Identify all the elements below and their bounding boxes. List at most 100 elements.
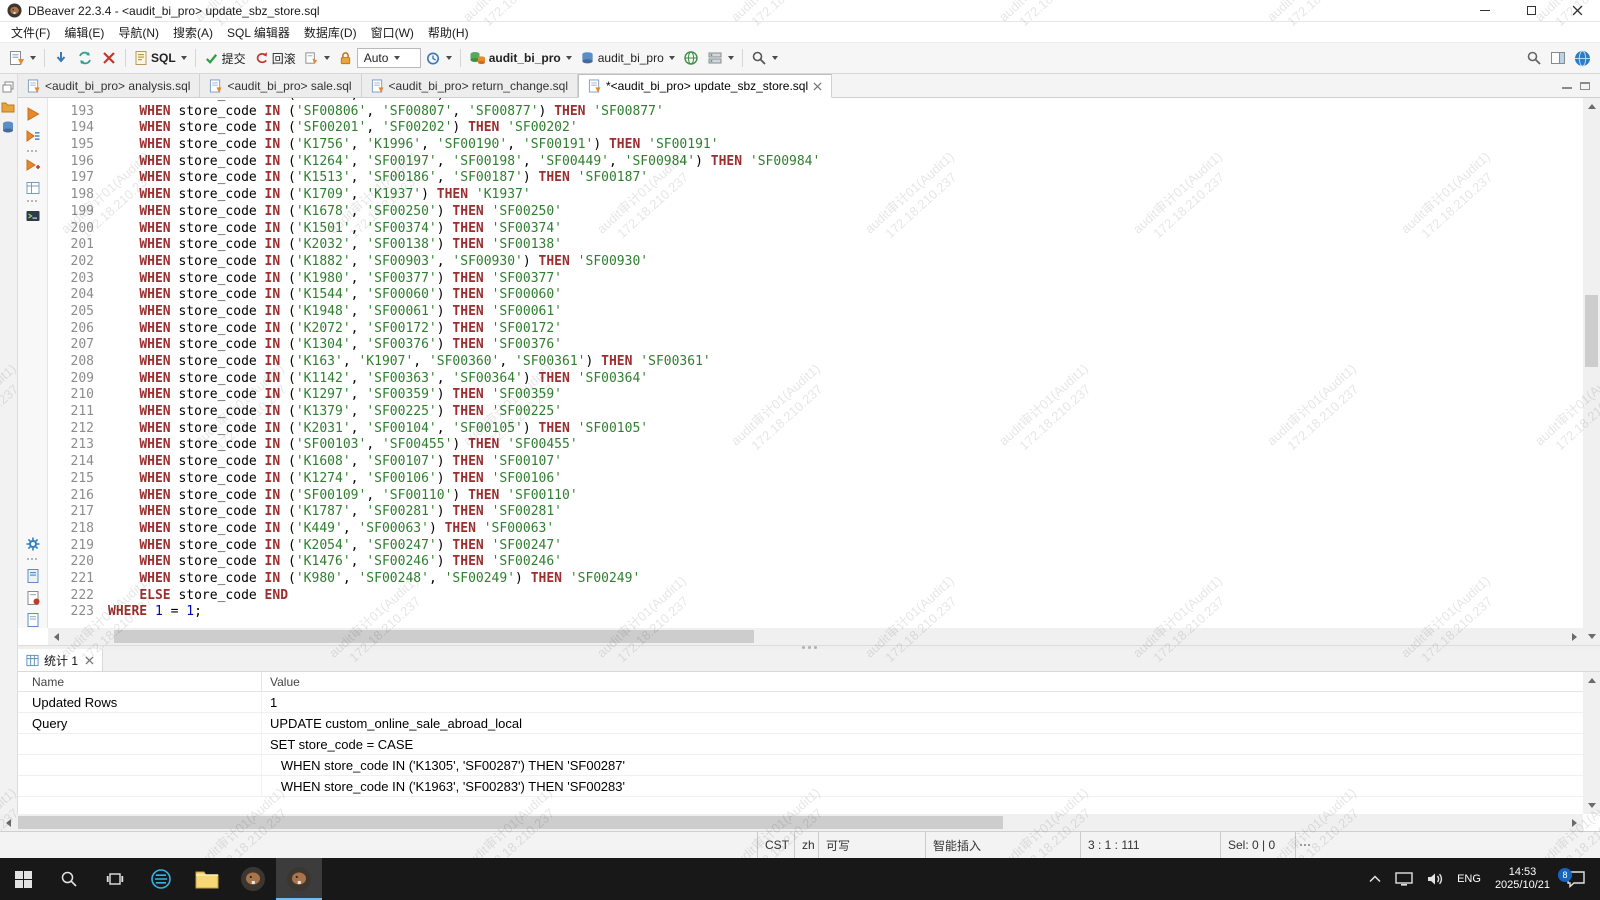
- scrollbar-thumb[interactable]: [114, 630, 754, 643]
- menu-item[interactable]: 编辑(E): [57, 22, 111, 43]
- line-number: 196: [48, 154, 94, 171]
- transaction-log-button[interactable]: [421, 47, 456, 69]
- editor-vertical-scrollbar[interactable]: [1583, 98, 1600, 645]
- scroll-down-arrow[interactable]: [1583, 628, 1600, 645]
- execute-new-tab-button[interactable]: [25, 158, 41, 174]
- perspective-button[interactable]: [1570, 47, 1595, 70]
- stop-button[interactable]: [97, 47, 121, 69]
- input-language-indicator[interactable]: ENG: [1457, 873, 1481, 885]
- network-icon[interactable]: [1395, 872, 1413, 886]
- menu-item[interactable]: 数据库(D): [297, 22, 364, 43]
- maximize-button[interactable]: [1508, 0, 1554, 21]
- volume-icon[interactable]: [1427, 872, 1443, 886]
- execute-statement-button[interactable]: [25, 106, 41, 122]
- task-view-button[interactable]: [92, 858, 138, 900]
- editor-settings-button[interactable]: [25, 536, 41, 552]
- network-globe-button[interactable]: [679, 47, 703, 69]
- line-number: 198: [48, 187, 94, 204]
- toolbar-dots-separator: [27, 150, 37, 152]
- stats-column-name[interactable]: Name: [18, 672, 262, 691]
- menu-item[interactable]: SQL 编辑器: [220, 22, 297, 43]
- quick-access-search-button[interactable]: [1522, 47, 1546, 69]
- start-button[interactable]: [0, 858, 46, 900]
- editor-horizontal-scrollbar[interactable]: [48, 628, 1583, 645]
- scrollbar-thumb[interactable]: [1585, 295, 1598, 367]
- scroll-left-arrow[interactable]: [48, 628, 65, 645]
- panel-horizontal-scrollbar[interactable]: [0, 814, 1583, 831]
- open-sql-editor-button[interactable]: [5, 47, 40, 69]
- stats-row[interactable]: QueryUPDATE custom_online_sale_abroad_lo…: [18, 713, 1600, 734]
- rollback-button[interactable]: 回滚: [250, 47, 300, 70]
- fetch-results-button[interactable]: [49, 47, 73, 69]
- sql-editor[interactable]: 1921931941951961971981992002012022032042…: [48, 98, 1583, 628]
- menu-item[interactable]: 帮助(H): [421, 22, 476, 43]
- save-as-button[interactable]: [25, 612, 41, 628]
- dropdown-caret-icon: [772, 56, 778, 60]
- database-selector[interactable]: audit_bi_pro: [465, 47, 576, 69]
- stats-row[interactable]: SET store_code = CASE: [18, 734, 1600, 755]
- dropdown-caret-icon: [181, 56, 187, 60]
- stats-row[interactable]: WHEN store_code IN ('K1305', 'SF00287') …: [18, 755, 1600, 776]
- sql-menu-button[interactable]: SQL: [130, 47, 191, 69]
- autocommit-lock-button[interactable]: [334, 47, 357, 69]
- database-navigator-icon[interactable]: [1, 120, 15, 134]
- dbeaver-taskbar-button[interactable]: [230, 858, 276, 900]
- minimize-view-icon[interactable]: [1562, 87, 1572, 89]
- search-dropdown-button[interactable]: [747, 47, 782, 69]
- restore-view-icon[interactable]: [1, 80, 15, 94]
- code-line: WHEN store_code IN ('K1948', 'SF00061') …: [108, 304, 1583, 321]
- layout-icon: [1550, 50, 1566, 66]
- scroll-right-arrow[interactable]: [1566, 628, 1583, 645]
- stats-column-value[interactable]: Value: [262, 675, 1600, 689]
- scrollbar-thumb[interactable]: [18, 816, 1003, 829]
- scroll-up-arrow[interactable]: [1583, 672, 1600, 689]
- code-area[interactable]: WHEN store_code IN ('K1164', 'SF00196') …: [104, 98, 1583, 621]
- panel-resize-sash[interactable]: [18, 645, 1600, 649]
- maximize-view-icon[interactable]: [1580, 82, 1590, 90]
- editor-tab[interactable]: <audit_bi_pro> analysis.sql: [18, 74, 200, 98]
- scroll-up-arrow[interactable]: [1583, 98, 1600, 115]
- projects-view-icon[interactable]: [1, 100, 15, 114]
- commit-mode-selector[interactable]: Auto: [357, 48, 421, 68]
- dbeaver-taskbar-button-active[interactable]: [276, 858, 322, 900]
- statistics-tab[interactable]: 统计 1: [18, 649, 103, 671]
- editor-tab[interactable]: <audit_bi_pro> sale.sql: [200, 74, 361, 98]
- code-line: WHEN store_code IN ('K1678', 'SF00250') …: [108, 204, 1583, 221]
- stats-row[interactable]: WHEN store_code IN ('K1963', 'SF00283') …: [18, 776, 1600, 797]
- commit-button[interactable]: 提交: [200, 47, 250, 70]
- taskbar-search-button[interactable]: [46, 858, 92, 900]
- editor-tab[interactable]: <audit_bi_pro> return_change.sql: [362, 74, 578, 98]
- menu-item[interactable]: 文件(F): [4, 22, 57, 43]
- file-explorer-button[interactable]: [184, 858, 230, 900]
- internet-explorer-button[interactable]: [138, 858, 184, 900]
- open-file-button[interactable]: [25, 568, 41, 584]
- tab-label: *<audit_bi_pro> update_sbz_store.sql: [606, 79, 808, 93]
- dropdown-caret-icon: [30, 56, 36, 60]
- search-icon: [751, 50, 767, 66]
- scroll-down-arrow[interactable]: [1583, 797, 1600, 814]
- refresh-button[interactable]: [73, 47, 97, 69]
- tray-expand-chevron-icon[interactable]: [1369, 875, 1381, 883]
- editor-tab[interactable]: *<audit_bi_pro> update_sbz_store.sql: [578, 74, 832, 98]
- schema-selector[interactable]: audit_bi_pro: [576, 47, 679, 69]
- explain-plan-button[interactable]: [25, 180, 41, 196]
- stats-row[interactable]: Updated Rows1: [18, 692, 1600, 713]
- tab-close-icon[interactable]: [85, 656, 94, 665]
- server-info-button[interactable]: [703, 47, 738, 69]
- menu-item[interactable]: 窗口(W): [364, 22, 421, 43]
- save-file-button[interactable]: [25, 590, 41, 606]
- action-center-button[interactable]: 8: [1564, 868, 1588, 890]
- minimize-button[interactable]: [1462, 0, 1508, 21]
- toggle-layout-button[interactable]: [1546, 47, 1570, 69]
- taskbar-clock[interactable]: 14:53 2025/10/21: [1495, 866, 1550, 892]
- panel-vertical-scrollbar[interactable]: [1583, 672, 1600, 814]
- scroll-right-arrow[interactable]: [1566, 814, 1583, 831]
- output-console-button[interactable]: [25, 208, 41, 224]
- transaction-mode-button[interactable]: [300, 48, 334, 69]
- execute-script-button[interactable]: [25, 128, 41, 144]
- close-button[interactable]: [1554, 0, 1600, 21]
- scroll-left-arrow[interactable]: [0, 814, 17, 831]
- menu-item[interactable]: 搜索(A): [166, 22, 220, 43]
- tab-close-icon[interactable]: [813, 82, 822, 91]
- menu-item[interactable]: 导航(N): [111, 22, 166, 43]
